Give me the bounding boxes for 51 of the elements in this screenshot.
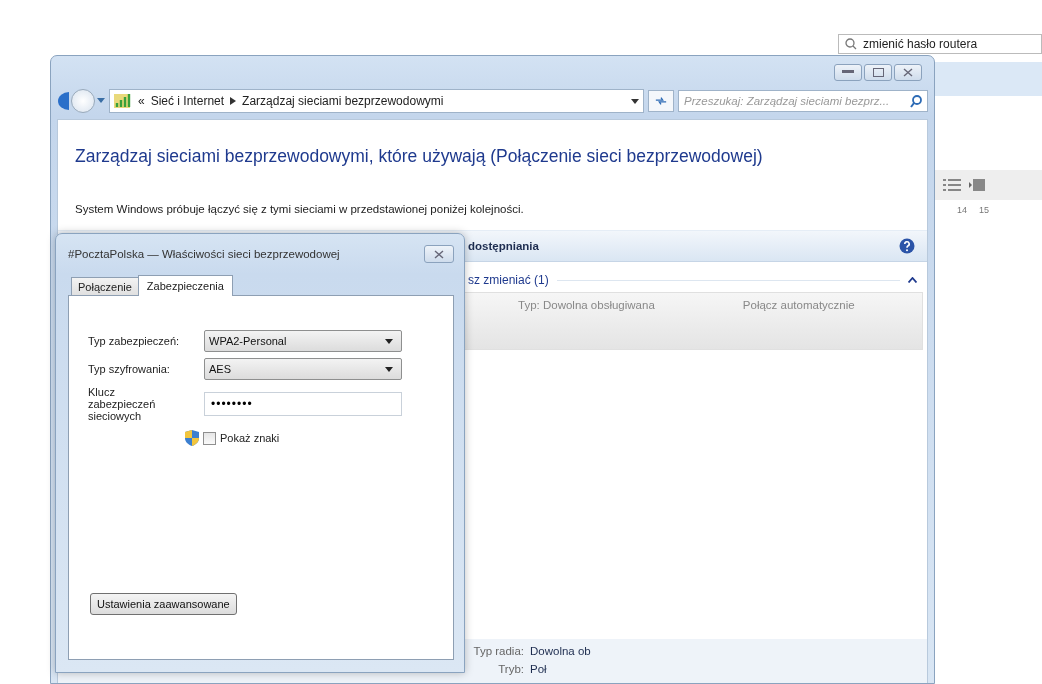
back-button[interactable] xyxy=(57,90,69,112)
group-header[interactable]: sz zmieniać (1) xyxy=(468,273,549,287)
ruler-number: 14 xyxy=(957,205,967,217)
refresh-button[interactable] xyxy=(648,90,674,112)
minimize-button[interactable] xyxy=(834,63,862,81)
search-field[interactable]: Przeszukaj: Zarządzaj sieciami bezprz... xyxy=(678,90,928,112)
ruler-number: 15 xyxy=(979,205,990,217)
dialog-title: #PocztaPolska — Właściwości sieci bezprzewodowej xyxy=(68,248,340,260)
dropdown-icon[interactable] xyxy=(631,98,639,104)
tab[interactable]: Połączenie xyxy=(71,277,139,295)
breadcrumb-item[interactable]: Zarządzaj sieciami bezprzewodowymi xyxy=(242,94,444,108)
minimize-icon xyxy=(842,70,854,74)
description-text: System Windows próbuje łączyć się z tymi sieciami w przedstawionej poniżej kolejności. xyxy=(75,203,525,215)
shield-icon xyxy=(185,430,199,446)
indent-icon[interactable] xyxy=(969,178,985,192)
network-icon xyxy=(114,93,132,109)
close-icon xyxy=(434,249,444,259)
password-field[interactable]: •••••••• xyxy=(204,392,402,416)
close-button[interactable] xyxy=(424,245,454,263)
field-label: Typ zabezpieczeń: xyxy=(88,335,180,347)
list-icon[interactable] xyxy=(943,178,961,192)
refresh-icon xyxy=(655,96,667,106)
close-button[interactable] xyxy=(894,63,922,81)
dropdown[interactable]: WPA2-Personal xyxy=(204,330,402,352)
toolbar-item[interactable]: dostępniania xyxy=(468,240,539,252)
dropdown-icon xyxy=(385,366,393,372)
help-icon[interactable] xyxy=(899,238,915,254)
detail-value: Poł xyxy=(530,663,548,675)
field-label: Klucz zabezpieczeń sieciowych xyxy=(88,386,157,422)
field-label: Typ szyfrowania: xyxy=(88,363,171,375)
detail-label: Tryb: xyxy=(497,663,524,675)
page-heading: Zarządzaj sieciami bezprzewodowymi, które używają (Połączenie sieci bezprzewodowej) xyxy=(75,146,764,167)
tab[interactable]: Zabezpieczenia xyxy=(137,275,233,296)
collapse-icon[interactable] xyxy=(908,277,917,283)
breadcrumb-arrow-icon[interactable] xyxy=(230,97,237,105)
maximize-button[interactable] xyxy=(864,63,892,81)
checkbox[interactable] xyxy=(203,431,216,445)
close-icon xyxy=(903,67,913,77)
breadcrumb-item[interactable]: Sieć i Internet xyxy=(150,94,225,108)
search-icon xyxy=(845,38,857,50)
search-icon xyxy=(910,94,922,108)
advanced-settings-button[interactable]: Ustawienia zaawansowane xyxy=(90,593,237,615)
breadcrumb-overflow[interactable]: « xyxy=(138,94,145,108)
maximize-icon xyxy=(872,67,884,77)
detail-label: Typ radia: xyxy=(472,645,524,657)
dropdown[interactable]: AES xyxy=(204,358,402,380)
address-bar[interactable]: « Sieć i Internet Zarządzaj sieciami bezprzewodowymi xyxy=(109,89,644,113)
checkbox-label: Pokaż znaki xyxy=(220,432,280,444)
detail-value: Dowolna ob xyxy=(530,645,592,657)
browser-search-field[interactable]: zmienić hasło routera xyxy=(838,34,1042,54)
dropdown-icon xyxy=(385,338,393,344)
